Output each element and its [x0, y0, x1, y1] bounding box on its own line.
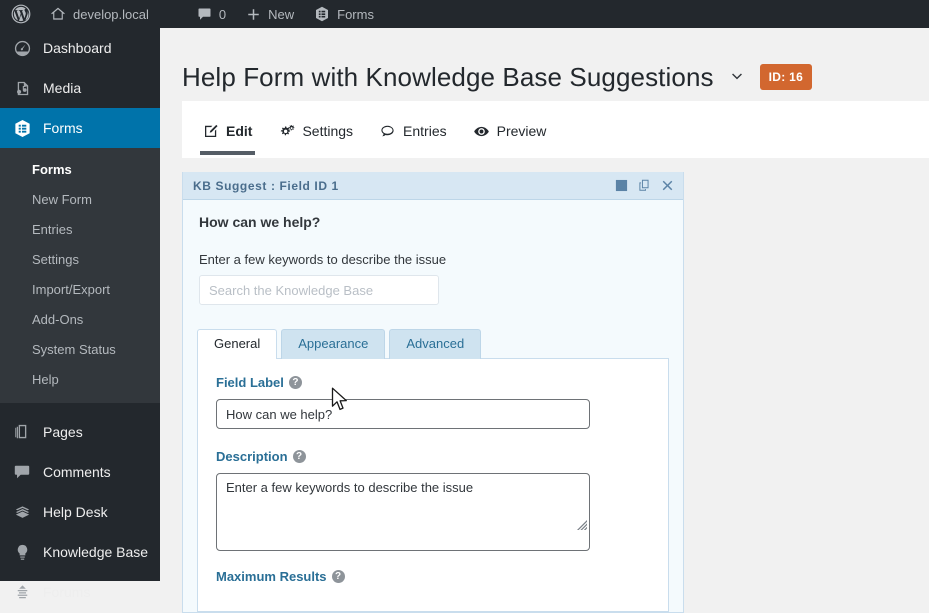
submenu-item-forms[interactable]: Forms [0, 155, 160, 185]
edit-pencil-icon [203, 123, 219, 139]
site-name-button[interactable]: develop.local [40, 0, 159, 28]
field-label-setting-label: Field Label ? [216, 375, 650, 390]
tab-edit-label: Edit [226, 123, 253, 139]
site-name-label: develop.local [73, 6, 149, 22]
field-settings-body: Field Label ? Description ? Maximum Resu… [197, 358, 669, 612]
duplicate-icon[interactable] [637, 178, 652, 193]
wordpress-logo-icon [11, 4, 31, 24]
description-textarea[interactable] [216, 473, 590, 551]
sidebar-item-forums-label: Forums [43, 584, 91, 600]
admin-sidebar: Dashboard Media Forms Forms New Form Ent… [0, 28, 168, 600]
field-header-title: KB Suggest : Field ID 1 [193, 178, 339, 193]
preview-field-description: Enter a few keywords to describe the iss… [199, 252, 447, 267]
main-content: Help Form with Knowledge Base Suggestion… [160, 28, 929, 613]
submenu-item-system-status[interactable]: System Status [0, 335, 160, 365]
forms-icon [314, 6, 330, 22]
tab-preview-label: Preview [496, 123, 547, 139]
help-icon[interactable]: ? [292, 450, 306, 463]
field-label-setting-title: Field Label [216, 375, 284, 390]
submenu-item-import-export[interactable]: Import/Export [0, 275, 160, 305]
sidebar-item-pages-label: Pages [43, 424, 83, 440]
submenu-item-settings[interactable]: Settings [0, 245, 160, 275]
sidebar-item-forms[interactable]: Forms [0, 108, 168, 148]
description-setting-title: Description [216, 449, 288, 464]
wordpress-logo-button[interactable] [0, 0, 40, 28]
forums-icon [12, 583, 32, 602]
chevron-down-icon[interactable] [728, 68, 746, 86]
tab-preview[interactable]: Preview [460, 107, 560, 155]
field-preview: How can we help? Enter a few keywords to… [183, 200, 683, 323]
help-icon[interactable]: ? [331, 570, 345, 583]
comment-bubble-icon [12, 463, 32, 481]
pages-icon [12, 423, 32, 442]
forms-icon [12, 119, 32, 138]
sidebar-bottom-group: Pages Comments Help Desk Knowledge Base [0, 412, 160, 612]
sidebar-divider [0, 403, 160, 412]
field-settings-tabs: General Appearance Advanced [183, 323, 683, 359]
gears-icon [278, 123, 295, 140]
sidebar-item-dashboard[interactable]: Dashboard [0, 28, 160, 68]
sidebar-item-media-label: Media [43, 80, 82, 96]
maximum-results-setting-title: Maximum Results [216, 569, 327, 584]
submenu-item-entries[interactable]: Entries [0, 215, 160, 245]
tab-edit[interactable]: Edit [190, 107, 265, 155]
eye-icon [473, 123, 490, 140]
tab-settings[interactable]: Settings [265, 107, 366, 155]
plus-icon [246, 7, 261, 22]
sidebar-item-knowledge-base[interactable]: Knowledge Base [0, 532, 160, 572]
sidebar-item-forums[interactable]: Forums [0, 572, 160, 612]
field-header-bar[interactable]: KB Suggest : Field ID 1 [183, 172, 683, 200]
sidebar-item-media[interactable]: Media [0, 68, 160, 108]
submenu-item-add-ons[interactable]: Add-Ons [0, 305, 160, 335]
description-textarea-wrap [216, 473, 590, 551]
sidebar-item-comments-label: Comments [43, 464, 111, 480]
forms-submenu: Forms New Form Entries Settings Import/E… [0, 148, 160, 403]
maximum-results-setting-label: Maximum Results ? [216, 569, 650, 584]
home-icon [50, 6, 66, 22]
comments-count: 0 [218, 6, 227, 22]
field-label-input[interactable] [216, 399, 590, 429]
submenu-item-help[interactable]: Help [0, 365, 160, 395]
tab-entries-label: Entries [403, 123, 447, 139]
field-editor-panel: KB Suggest : Field ID 1 How can we help?… [182, 172, 684, 613]
field-settings-tab-advanced[interactable]: Advanced [389, 329, 482, 359]
help-icon[interactable]: ? [288, 376, 302, 389]
tab-entries[interactable]: Entries [366, 107, 460, 155]
field-settings-tab-appearance[interactable]: Appearance [281, 329, 386, 359]
tab-settings-label: Settings [302, 123, 354, 139]
collapse-icon[interactable] [614, 178, 629, 193]
help-desk-icon [12, 503, 32, 522]
description-setting-label: Description ? [216, 449, 650, 464]
sidebar-item-help-desk[interactable]: Help Desk [0, 492, 160, 532]
field-header-actions [614, 178, 675, 193]
media-icon [12, 79, 32, 98]
comment-bubble-icon [379, 123, 396, 140]
sidebar-item-comments[interactable]: Comments [0, 452, 160, 492]
dashboard-icon [12, 39, 32, 58]
new-content-button[interactable]: New [236, 0, 304, 28]
sidebar-top-group: Dashboard Media Forms [0, 28, 168, 148]
delete-icon[interactable] [660, 178, 675, 193]
sidebar-item-pages[interactable]: Pages [0, 412, 160, 452]
new-content-label: New [268, 6, 295, 22]
comment-bubble-icon [197, 7, 212, 22]
page-title: Help Form with Knowledge Base Suggestion… [182, 62, 714, 92]
comments-button[interactable]: 0 [187, 0, 236, 28]
form-id-badge: ID: 16 [759, 64, 813, 90]
admin-bar-forms-label: Forms [337, 6, 374, 22]
knowledge-base-search-input[interactable] [199, 275, 439, 305]
form-tab-bar: Edit Settings Entries Preview [182, 101, 929, 158]
page-title-row: Help Form with Knowledge Base Suggestion… [160, 28, 929, 101]
sidebar-item-knowledge-base-label: Knowledge Base [43, 544, 149, 560]
sidebar-item-dashboard-label: Dashboard [43, 40, 112, 56]
field-settings-tab-general[interactable]: General [197, 329, 278, 359]
sidebar-item-help-desk-label: Help Desk [43, 504, 108, 520]
lightbulb-icon [12, 543, 32, 562]
preview-field-label: How can we help? [199, 214, 321, 230]
admin-bar: develop.local 0 New Forms [0, 0, 929, 28]
admin-bar-forms-button[interactable]: Forms [304, 0, 384, 28]
sidebar-item-forms-label: Forms [43, 120, 83, 136]
submenu-item-new-form[interactable]: New Form [0, 185, 160, 215]
